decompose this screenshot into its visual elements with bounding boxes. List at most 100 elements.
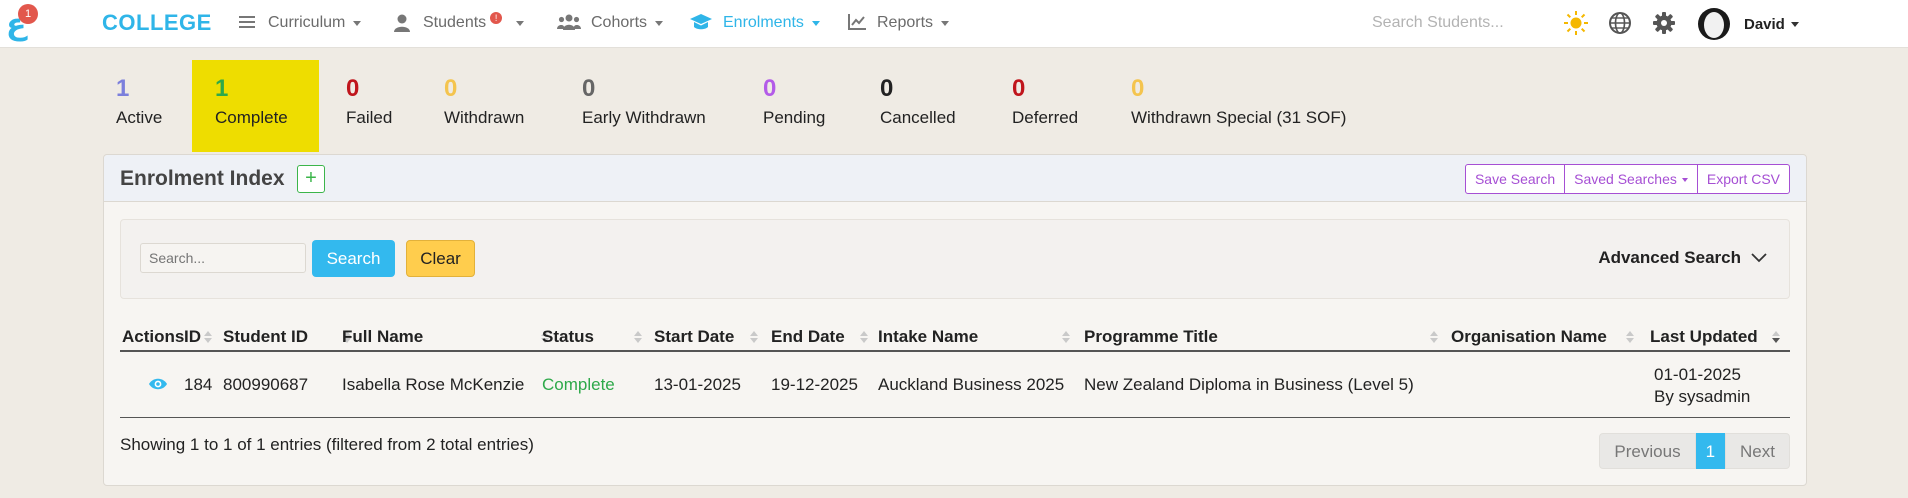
stat-complete-count: 1 — [215, 75, 229, 102]
search-button[interactable]: Search — [312, 240, 395, 277]
col-last-updated[interactable]: Last Updated — [1650, 327, 1758, 347]
stat-pending-count: 0 — [763, 75, 777, 102]
user-menu[interactable]: David — [1698, 8, 1799, 40]
col-status[interactable]: Status — [542, 327, 594, 347]
nav-cohorts-label: Cohorts — [591, 14, 648, 31]
next-page-button[interactable]: Next — [1725, 433, 1790, 469]
stat-withdrawn-special-label: Withdrawn Special (31 SOF) — [1131, 108, 1347, 127]
graduation-cap-icon — [689, 13, 713, 33]
students-alert-badge: ! — [490, 12, 503, 24]
advanced-search-toggle[interactable]: Advanced Search — [1598, 248, 1767, 268]
enrolment-index-card: Enrolment Index + Save Search Saved Sear… — [103, 154, 1807, 486]
app-logo[interactable]: ع 1 — [4, 4, 38, 44]
page-1-button[interactable]: 1 — [1695, 433, 1726, 469]
save-search-button[interactable]: Save Search — [1464, 164, 1566, 194]
col-actions: Actions — [122, 327, 185, 346]
stat-pending[interactable]: 0 Pending — [745, 60, 875, 152]
table-row: 184 800990687 Isabella Rose McKenzie Com… — [120, 354, 1790, 418]
col-full-name-text[interactable]: Full Name — [342, 327, 423, 347]
previous-page-button[interactable]: Previous — [1599, 433, 1696, 469]
top-navbar: ع 1 COLLEGE Curriculum Students ! Cohort… — [0, 0, 1908, 48]
brand-name[interactable]: COLLEGE — [102, 10, 212, 36]
table-info: Showing 1 to 1 of 1 entries (filtered fr… — [120, 435, 534, 454]
nav-students[interactable]: Students ! — [393, 10, 525, 36]
stat-active[interactable]: 1 Active — [96, 60, 192, 152]
avatar — [1698, 8, 1730, 40]
chevron-down-icon — [1790, 21, 1799, 27]
card-actions: Save Search Saved Searches Export CSV — [1464, 164, 1790, 194]
cell-student-id: 800990687 — [223, 375, 309, 394]
stat-early-withdrawn-count: 0 — [582, 75, 596, 102]
stat-failed[interactable]: 0 Failed — [327, 60, 427, 152]
cell-full-name: Isabella Rose McKenzie — [342, 375, 525, 394]
sort-icon[interactable] — [1430, 331, 1438, 343]
cell-end-date: 19-12-2025 — [771, 375, 858, 394]
col-start-date[interactable]: Start Date — [654, 327, 734, 347]
chevron-down-icon — [941, 20, 950, 26]
sort-icon[interactable] — [634, 331, 642, 343]
add-enrolment-button[interactable]: + — [297, 165, 325, 193]
col-end-date[interactable]: End Date — [771, 327, 845, 347]
stat-failed-label: Failed — [346, 108, 393, 127]
eye-icon[interactable] — [148, 376, 168, 392]
clear-button[interactable]: Clear — [406, 240, 475, 277]
student-search-input[interactable]: Search Students... — [1372, 14, 1504, 32]
stat-complete[interactable]: 1 Complete — [192, 60, 319, 152]
saved-searches-dropdown[interactable]: Saved Searches — [1564, 164, 1698, 194]
stat-failed-count: 0 — [346, 75, 360, 102]
sort-icon[interactable] — [750, 331, 758, 343]
theme-sun-icon[interactable] — [1563, 10, 1589, 36]
nav-enrolments-label: Enrolments — [723, 14, 804, 31]
stat-withdrawn[interactable]: 0 Withdrawn — [425, 60, 565, 152]
stat-active-label: Active — [116, 108, 163, 127]
sort-icon[interactable] — [1062, 331, 1070, 343]
stat-early-withdrawn[interactable]: 0 Early Withdrawn — [564, 60, 744, 152]
stat-withdrawn-special[interactable]: 0 Withdrawn Special (31 SOF) — [1113, 60, 1373, 152]
gear-icon[interactable] — [1651, 10, 1677, 36]
stat-cancelled[interactable]: 0 Cancelled — [862, 60, 992, 152]
sort-icon[interactable] — [860, 331, 868, 343]
cell-id: 184 — [184, 375, 213, 394]
nav-cohorts[interactable]: Cohorts — [557, 10, 664, 36]
filter-panel: Search Clear Advanced Search — [120, 219, 1790, 299]
page-title: Enrolment Index — [120, 167, 285, 190]
advanced-search-label: Advanced Search — [1598, 248, 1741, 267]
cell-last-updated: 01-01-2025 By sysadmin — [1654, 364, 1750, 408]
sort-desc-icon[interactable] — [1772, 331, 1780, 343]
nav-reports[interactable]: Reports — [847, 10, 950, 36]
stat-withdrawn-count: 0 — [444, 75, 458, 102]
stat-cancelled-label: Cancelled — [880, 108, 956, 127]
search-input[interactable] — [140, 243, 306, 273]
list-icon — [238, 13, 258, 33]
users-icon — [557, 13, 581, 33]
card-header: Enrolment Index + Save Search Saved Sear… — [104, 155, 1806, 202]
stat-active-count: 1 — [116, 75, 130, 102]
table-header: Actions ID Student ID Full Name Status S… — [120, 323, 1790, 352]
col-student-id[interactable]: Student ID — [223, 327, 308, 347]
nav-curriculum[interactable]: Curriculum — [238, 10, 362, 36]
nav-curriculum-label: Curriculum — [268, 14, 346, 31]
user-icon — [393, 13, 413, 33]
stat-deferred[interactable]: 0 Deferred — [994, 60, 1124, 152]
stat-complete-label: Complete — [215, 108, 288, 127]
col-organisation-name[interactable]: Organisation Name — [1451, 327, 1607, 347]
status-badge: Complete — [542, 375, 615, 394]
stat-deferred-count: 0 — [1012, 75, 1026, 102]
cell-programme-title: New Zealand Diploma in Business (Level 5… — [1084, 375, 1414, 394]
last-updated-by: By sysadmin — [1654, 387, 1751, 406]
sort-icon[interactable] — [204, 331, 212, 343]
col-id[interactable]: ID — [184, 327, 201, 347]
col-programme-title[interactable]: Programme Title — [1084, 327, 1218, 347]
nav-students-label: Students — [423, 14, 487, 31]
stat-withdrawn-label: Withdrawn — [444, 108, 525, 127]
nav-enrolments[interactable]: Enrolments — [689, 10, 820, 36]
notification-badge[interactable]: 1 — [18, 4, 38, 24]
chevron-down-icon — [655, 20, 664, 26]
stat-pending-label: Pending — [763, 108, 826, 127]
sort-icon[interactable] — [1626, 331, 1634, 343]
stat-cancelled-count: 0 — [880, 75, 894, 102]
col-intake-name[interactable]: Intake Name — [878, 327, 978, 347]
globe-icon[interactable] — [1607, 10, 1633, 36]
chevron-down-icon — [811, 20, 820, 26]
export-csv-button[interactable]: Export CSV — [1696, 164, 1790, 194]
